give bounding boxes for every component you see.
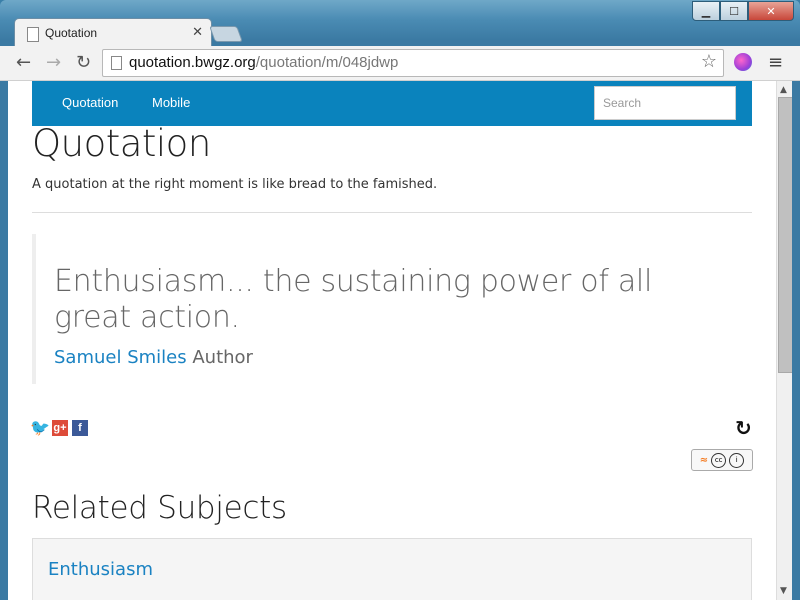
scroll-up-icon[interactable]: ▲ xyxy=(780,85,787,95)
reload-icon[interactable]: ↻ xyxy=(76,52,91,73)
related-subject-link[interactable]: Enthusiasm xyxy=(48,559,153,580)
forward-icon[interactable]: → xyxy=(46,52,61,73)
google-plus-icon[interactable]: g+ xyxy=(52,420,68,436)
scroll-down-icon[interactable]: ▼ xyxy=(780,586,787,596)
tab-title: Quotation xyxy=(45,26,98,40)
cc-icon: cc xyxy=(711,452,727,468)
menu-icon[interactable]: ≡ xyxy=(768,52,783,73)
nav-link-mobile[interactable]: Mobile xyxy=(152,95,190,110)
bookmark-star-icon[interactable]: ☆ xyxy=(701,51,717,72)
related-subjects-heading: Related Subjects xyxy=(32,490,287,526)
url-text: quotation.bwgz.org/quotation/m/048jdwp xyxy=(129,54,398,71)
url-host: quotation.bwgz.org xyxy=(129,54,256,71)
page-favicon-icon xyxy=(27,27,39,42)
author-role: Author xyxy=(192,347,253,368)
related-subjects-list: Enthusiasm xyxy=(32,538,752,600)
rss-icon: ≈ xyxy=(699,454,709,466)
new-tab-button[interactable] xyxy=(209,26,243,42)
refresh-quote-icon[interactable]: ↻ xyxy=(735,416,752,440)
site-navbar: Quotation Mobile Search xyxy=(32,81,752,126)
license-badge[interactable]: ≈ cc i xyxy=(691,449,753,471)
window-border xyxy=(792,81,800,600)
maximize-button[interactable]: ☐ xyxy=(720,1,748,21)
window-controls: ▁ ☐ ✕ xyxy=(692,1,794,21)
divider xyxy=(32,212,752,213)
browser-tab[interactable]: Quotation ✕ xyxy=(14,18,212,49)
attribution-icon: i xyxy=(729,452,745,468)
facebook-icon[interactable]: f xyxy=(72,420,88,436)
quote-author: Samuel Smiles Author xyxy=(54,347,253,368)
author-link[interactable]: Samuel Smiles xyxy=(54,347,187,368)
extension-icon[interactable] xyxy=(734,53,752,71)
scrollbar[interactable]: ▲ ▼ xyxy=(776,81,793,600)
close-tab-icon[interactable]: ✕ xyxy=(192,25,203,40)
page-viewport: Quotation Mobile Search Quotation A quot… xyxy=(8,81,776,600)
close-window-button[interactable]: ✕ xyxy=(748,1,794,21)
search-input[interactable]: Search xyxy=(594,86,736,120)
url-path: /quotation/m/048jdwp xyxy=(255,54,399,71)
quote-text: Enthusiasm... the sustaining power of al… xyxy=(54,264,652,335)
scrollbar-thumb[interactable] xyxy=(778,97,793,373)
back-icon[interactable]: ← xyxy=(16,52,31,73)
share-buttons: 🐦 g+ f xyxy=(30,420,88,437)
browser-toolbar: ← → ↻ quotation.bwgz.org/quotation/m/048… xyxy=(0,46,800,81)
minimize-button[interactable]: ▁ xyxy=(692,1,720,21)
twitter-icon[interactable]: 🐦 xyxy=(30,420,50,437)
page-tagline: A quotation at the right moment is like … xyxy=(32,177,438,192)
address-bar[interactable]: quotation.bwgz.org/quotation/m/048jdwp ☆ xyxy=(102,49,724,77)
nav-link-quotation[interactable]: Quotation xyxy=(62,95,118,110)
quote-block: Enthusiasm... the sustaining power of al… xyxy=(32,234,756,384)
page-title: Quotation xyxy=(32,122,211,165)
page-icon xyxy=(111,56,122,70)
